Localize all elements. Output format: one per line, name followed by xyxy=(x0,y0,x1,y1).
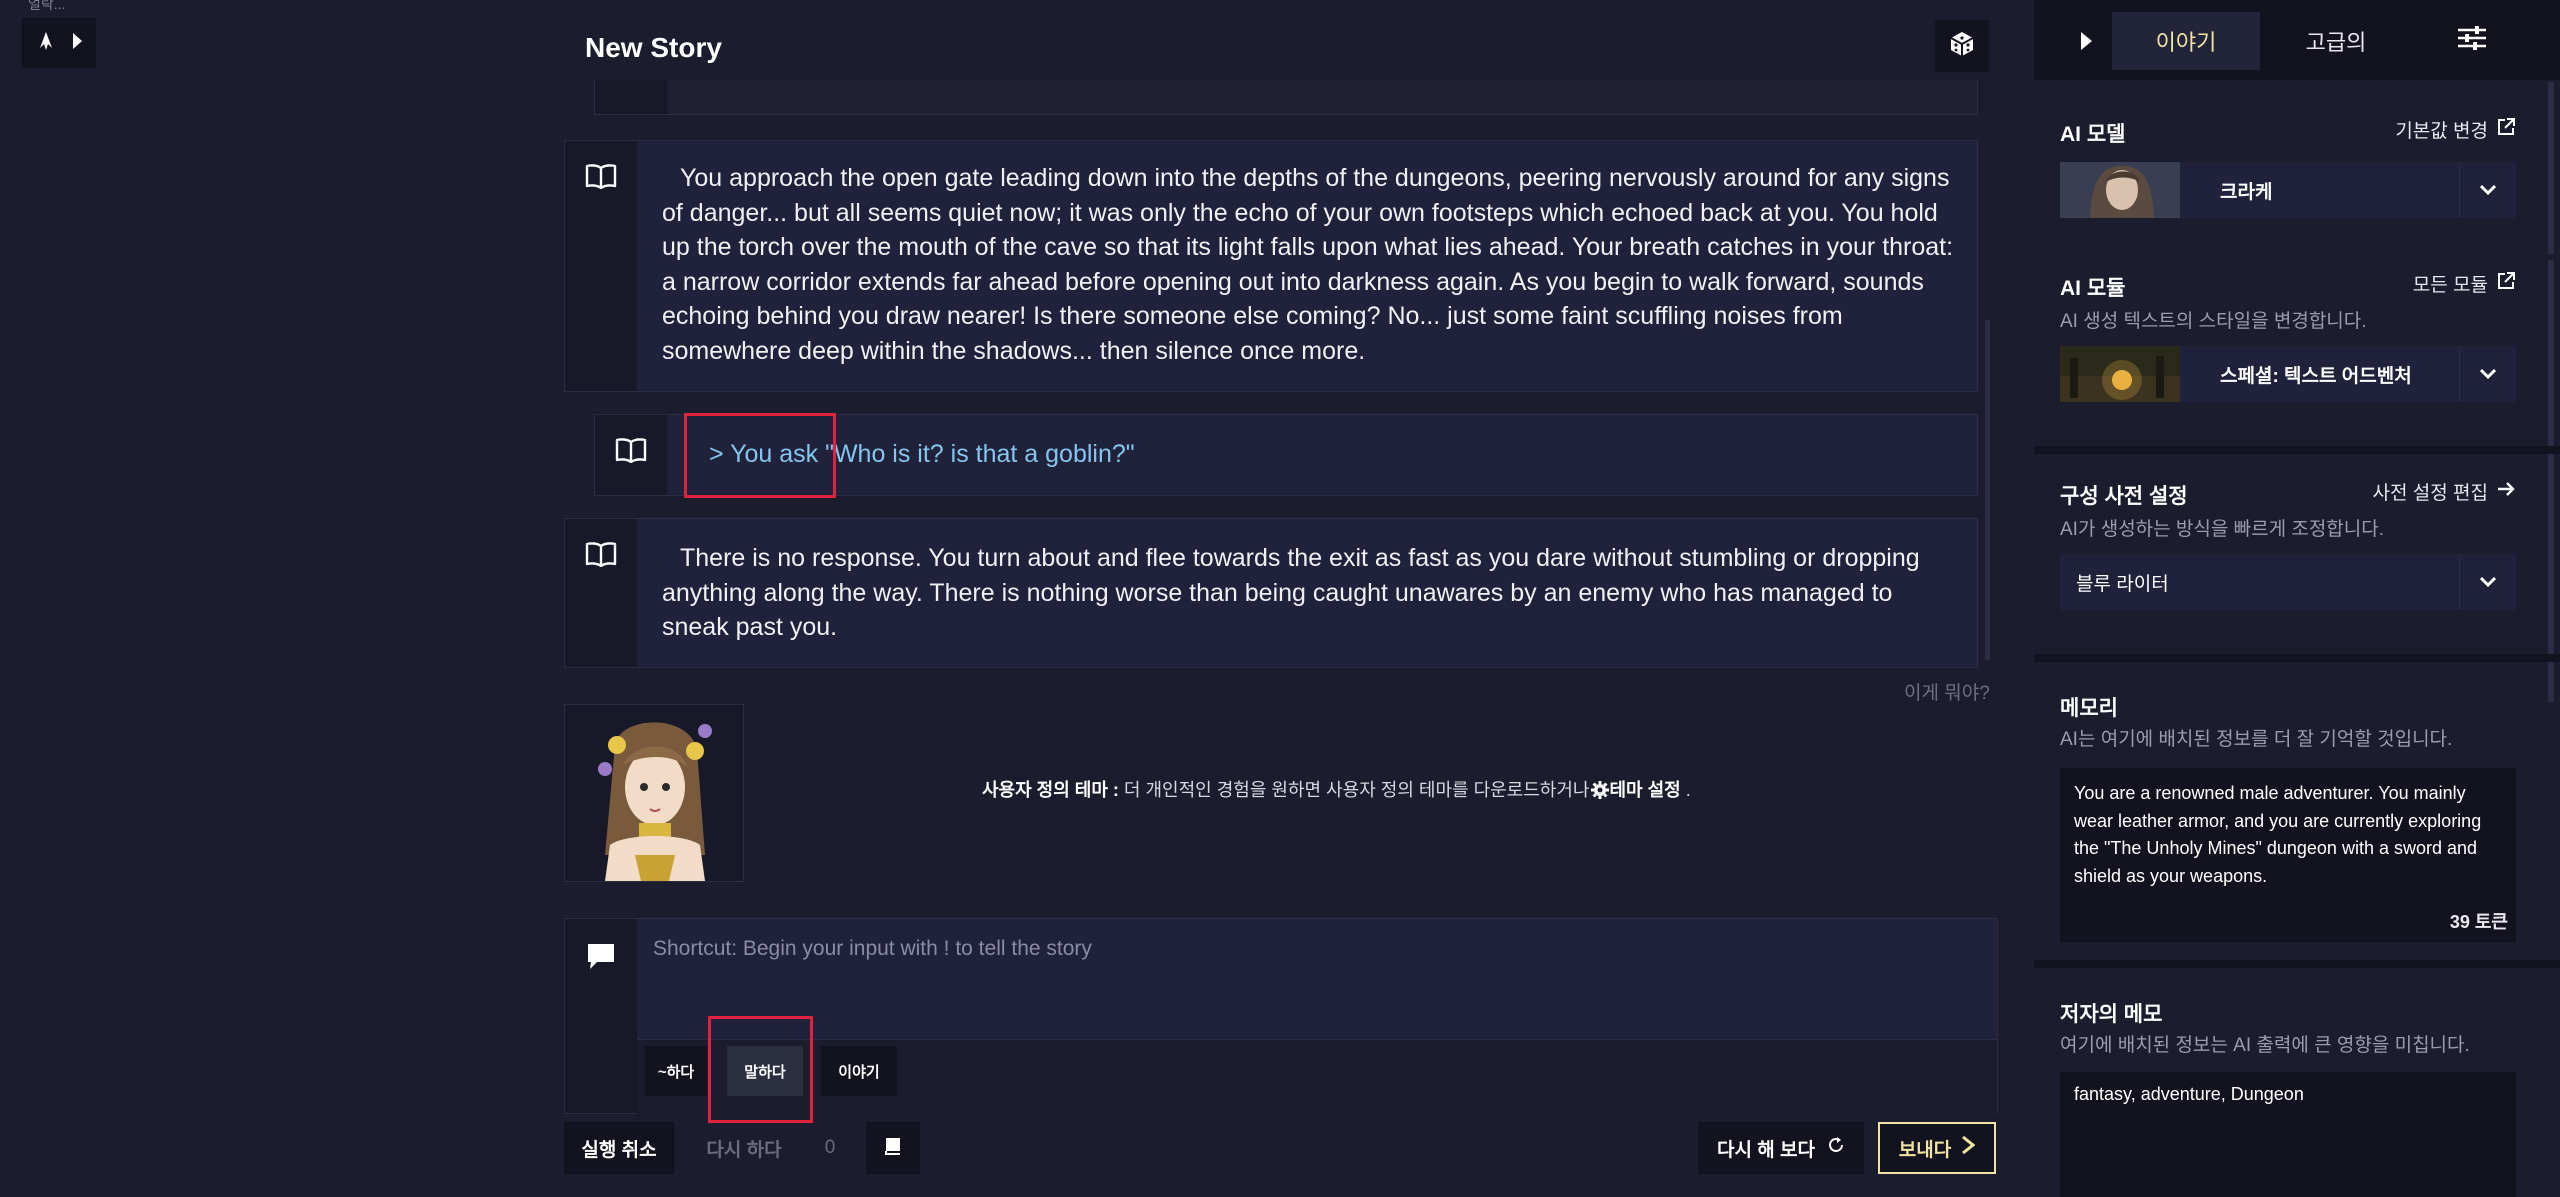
memory-title: 메모리 xyxy=(2060,697,2118,720)
mode-do-button[interactable]: ~하다 xyxy=(645,1046,707,1096)
story-text: There is no response. You turn about and… xyxy=(662,544,1920,641)
story-text: You approach the open gate leading down … xyxy=(662,164,1954,365)
redo-button[interactable]: 다시 하다 xyxy=(694,1122,794,1174)
send-button[interactable]: 보내다 xyxy=(1878,1122,1996,1174)
module-thumbnail xyxy=(2060,346,2180,402)
memory-input[interactable]: You are a renowned male adventurer. You … xyxy=(2060,768,2516,942)
change-default-link[interactable]: 기본값 변경 xyxy=(2395,116,2516,143)
retry-button[interactable]: 다시 해 보다 xyxy=(1698,1122,1864,1174)
logo-icon xyxy=(35,30,57,57)
book-icon xyxy=(585,141,617,391)
previous-story-block xyxy=(594,80,1978,115)
sidebar-scrollbar[interactable] xyxy=(2548,82,2554,702)
preset-selected: 블루 라이터 xyxy=(2076,573,2169,595)
custom-theme-text: 더 개인적인 경험을 원하면 사용자 정의 테마를 다운로드하거나 xyxy=(1118,780,1590,800)
ai-module-subtitle: AI 생성 텍스트의 스타일을 변경합니다. xyxy=(2060,311,2367,332)
edit-preset-label: 사전 설정 편집 xyxy=(2372,483,2488,504)
authors-note-input[interactable]: fantasy, adventure, Dungeon xyxy=(2060,1072,2516,1197)
dice-icon xyxy=(1948,30,1976,63)
ai-model-selected: 크라케 xyxy=(2220,181,2273,203)
left-panel-label: 얼락... xyxy=(28,0,66,12)
edit-preset-link[interactable]: 사전 설정 편집 xyxy=(2373,478,2516,505)
custom-theme-notice: 사용자 정의 테마 : 더 개인적인 경험을 원하면 사용자 정의 테마를 다운… xyxy=(982,776,1691,802)
custom-theme-end: . xyxy=(1680,780,1691,800)
mode-story-button[interactable]: 이야기 xyxy=(821,1046,897,1096)
tab-advanced[interactable]: 고급의 xyxy=(2262,12,2410,70)
chevron-down-icon xyxy=(2459,162,2516,218)
collapse-sidebar-button[interactable] xyxy=(2062,18,2110,68)
gear-icon xyxy=(1590,780,1610,800)
story-block[interactable]: You approach the open gate leading down … xyxy=(564,140,1978,392)
speech-bubble-icon xyxy=(585,941,617,976)
arrow-right-icon xyxy=(2496,481,2516,503)
divider xyxy=(2034,446,2560,454)
ai-module-title: AI 모듈 xyxy=(2060,277,2126,300)
external-link-icon xyxy=(2496,117,2516,143)
book-icon xyxy=(883,1136,903,1161)
history-button[interactable] xyxy=(866,1122,920,1174)
send-arrow-icon xyxy=(1961,1135,1976,1160)
custom-theme-label: 사용자 정의 테마 : xyxy=(982,780,1119,800)
random-button[interactable] xyxy=(1935,20,1989,72)
change-default-label: 기본값 변경 xyxy=(2395,121,2488,142)
divider xyxy=(2034,254,2560,260)
authors-note-subtitle: 여기에 배치된 정보는 AI 출력에 큰 영향을 미칩니다. xyxy=(2060,1035,2470,1056)
book-icon xyxy=(585,519,617,667)
play-arrow-icon xyxy=(2079,31,2093,56)
story-scrollbar[interactable] xyxy=(1985,320,1990,660)
authors-note-text: fantasy, adventure, Dungeon xyxy=(2074,1084,2304,1104)
divider xyxy=(2034,960,2560,968)
expand-arrow-icon xyxy=(71,32,83,55)
input-gutter xyxy=(565,919,637,1113)
undo-button[interactable]: 실행 취소 xyxy=(564,1122,674,1174)
left-panel-toggle[interactable] xyxy=(22,18,96,68)
memory-token-count: 39 토큰 xyxy=(2449,912,2508,932)
preset-title: 구성 사전 설정 xyxy=(2060,485,2188,508)
send-label: 보내다 xyxy=(1898,1139,1952,1161)
memory-text: You are a renowned male adventurer. You … xyxy=(2074,783,2482,886)
divider xyxy=(2034,654,2560,662)
annotation-highlight-box xyxy=(708,1016,813,1123)
redo-count: 0 xyxy=(824,1137,836,1158)
ai-module-selected: 스페셜: 텍스트 어드벤처 xyxy=(2220,365,2412,387)
memory-subtitle: AI는 여기에 배치된 정보를 더 잘 기억할 것입니다. xyxy=(2060,729,2453,750)
tab-story[interactable]: 이야기 xyxy=(2112,12,2260,70)
refresh-icon xyxy=(1827,1136,1845,1160)
story-title: New Story xyxy=(585,32,722,63)
authors-note-title: 저자의 메모 xyxy=(2060,1003,2163,1026)
external-link-icon xyxy=(2496,271,2516,297)
theme-settings-link[interactable]: 테마 설정 xyxy=(1610,780,1681,800)
chevron-down-icon xyxy=(2459,554,2516,610)
story-block[interactable]: There is no response. You turn about and… xyxy=(564,518,1978,668)
block-gutter xyxy=(595,415,667,495)
book-icon xyxy=(615,415,647,495)
theme-character-image xyxy=(564,704,744,882)
annotation-highlight-box xyxy=(684,413,836,498)
ai-module-select[interactable]: 스페셜: 텍스트 어드벤처 xyxy=(2060,346,2516,402)
ai-model-title: AI 모델 xyxy=(2060,123,2126,146)
sliders-icon xyxy=(2457,26,2487,56)
model-thumbnail xyxy=(2060,162,2180,218)
whats-this-link[interactable]: 이게 뭐야? xyxy=(1904,678,1990,705)
chevron-down-icon xyxy=(2459,346,2516,402)
tab-settings[interactable] xyxy=(2412,12,2532,70)
block-gutter xyxy=(565,141,637,391)
all-modules-label: 모든 모듈 xyxy=(2412,275,2488,296)
all-modules-link[interactable]: 모든 모듈 xyxy=(2413,270,2516,297)
story-input-field[interactable]: Shortcut: Begin your input with ! to tel… xyxy=(653,937,1092,961)
ai-model-select[interactable]: 크라케 xyxy=(2060,162,2516,218)
retry-label: 다시 해 보다 xyxy=(1717,1139,1815,1161)
preset-subtitle: AI가 생성하는 방식을 빠르게 조정합니다. xyxy=(2060,519,2385,540)
block-gutter xyxy=(565,519,637,667)
preset-select[interactable]: 블루 라이터 xyxy=(2060,554,2516,610)
